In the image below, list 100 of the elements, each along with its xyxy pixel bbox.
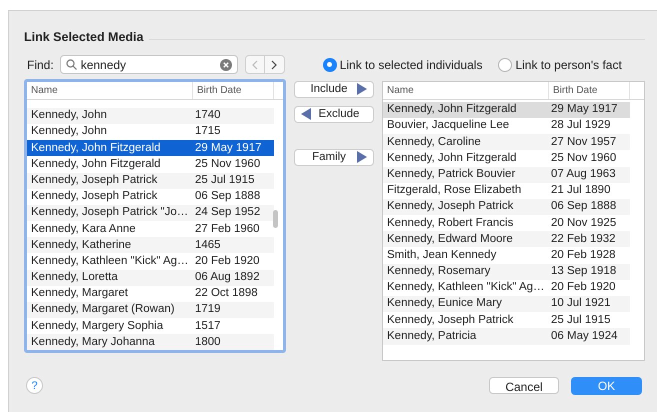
name-cell-text: Kennedy, John [30,124,108,140]
date-cell-text: 06 Sep 1888 [550,199,618,214]
name-cell-text: Kennedy, Joseph Patrick [30,189,158,204]
date-cell-text: 13 Sep 1918 [550,264,618,280]
move-button[interactable]: Family [294,148,374,166]
name-cell-text: Kennedy, John [30,108,108,124]
radio-label[interactable]: Link to selected individuals [340,56,482,74]
date-cell-text: 22 Oct 1898 [194,286,259,302]
name-cell-text: Kennedy, Katherine [30,238,132,253]
find-label: Find: [27,56,54,74]
move-button[interactable]: Exclude [294,106,374,123]
column-header[interactable]: Name [383,82,549,99]
radio-button[interactable] [322,58,337,72]
date-cell-text: 1715 [194,124,222,140]
move-button[interactable]: Include [294,80,374,98]
name-cell-text: Kennedy, Rosemary [386,264,492,280]
radio-button[interactable] [498,58,512,72]
date-cell-text: 06 May 1924 [550,328,618,344]
date-cell-text: 1517 [194,318,222,334]
table-row[interactable]: Kennedy, Patrick Bouvier 07 Aug 1963 [383,166,630,183]
search-icon [66,59,77,70]
search-field[interactable]: kennedy [60,55,238,74]
date-cell-text: 07 Aug 1963 [550,166,617,182]
name-cell-text: Kennedy, Joseph Patrick "Jo… [30,205,190,220]
table-row[interactable]: Kennedy, Mary Johanna 1800 [27,334,274,350]
date-cell-text: 27 Nov 1957 [550,134,618,150]
help-button[interactable]: ? [26,377,43,394]
name-cell-text: Kennedy, Patricia [386,328,478,344]
name-cell-text: Kennedy, Joseph Patrick [386,312,514,328]
name-cell-text: Kennedy, Kara Anne [30,222,137,237]
name-cell-text: Kennedy, John Fitzgerald [30,156,162,172]
column-header[interactable]: Birth Date [549,82,630,99]
column-header[interactable]: Name [27,82,193,99]
name-cell-text: Kennedy, Margery Sophia [30,318,164,334]
date-cell-text: 1800 [194,334,222,350]
date-cell-text: 20 Feb 1920 [550,280,617,296]
date-cell-text: 27 Feb 1960 [194,222,261,237]
table-row[interactable]: Kennedy, Kara Anne 27 Feb 1960 [27,221,274,238]
left-triangle-icon [301,108,311,120]
date-cell-text: 06 Sep 1888 [194,189,262,204]
table-row[interactable]: Kennedy, Loretta 06 Aug 1892 [27,270,274,286]
table-row[interactable]: Kennedy, Edward Moore 22 Feb 1932 [383,231,630,248]
table-row[interactable]: Kennedy, John Fitzgerald 29 May 1917 [383,102,630,118]
table-row[interactable]: Kennedy, Robert Francis 20 Nov 1925 [383,215,630,232]
table-row[interactable]: Kennedy, Caroline 27 Nov 1957 [383,134,630,150]
table-row[interactable]: Kennedy, John 1740 [27,108,274,124]
name-cell-text: Kennedy, Margaret (Rowan) [30,302,176,318]
clear-icon[interactable] [220,58,232,71]
date-cell-text: 1740 [194,108,222,124]
name-cell-text: Kennedy, Margaret [30,286,129,302]
name-cell-text: Bouvier, Jacqueline Lee [386,118,510,134]
table-row[interactable]: Kennedy, Joseph Patrick 06 Sep 1888 [383,198,630,216]
table-row[interactable]: Kennedy, Patricia 06 May 1924 [383,328,630,345]
name-cell-text: Kennedy, John Fitzgerald [386,150,518,166]
date-cell-text: 1719 [194,302,222,318]
table-row[interactable]: Kennedy, Joseph Patrick 25 Jul 1915 [383,312,630,328]
chevron-right-icon [271,60,278,70]
table-row[interactable]: Kennedy, Margery Sophia 1517 [27,318,274,334]
right-triangle-icon [357,151,367,164]
column-header[interactable]: Birth Date [193,82,274,99]
date-cell-text: 20 Feb 1920 [194,254,261,269]
name-cell-text: Kennedy, Eunice Mary [386,296,503,312]
date-cell-text: 25 Jul 1915 [550,312,612,328]
date-cell-text: 20 Nov 1925 [550,216,618,231]
table-row[interactable]: Kennedy, Eunice Mary 10 Jul 1921 [383,296,630,312]
table-row[interactable]: Kennedy, Katherine 1465 [27,237,274,254]
date-cell-text: 25 Nov 1960 [194,156,262,172]
date-cell-text: 22 Feb 1932 [550,232,617,247]
name-cell-text: Kennedy, Loretta [30,270,119,286]
cancel-button[interactable]: Cancel [489,377,559,394]
table-row[interactable]: Kennedy, John Fitzgerald 29 May 1917 [27,140,274,156]
date-cell-text: 20 Feb 1928 [550,248,617,263]
date-cell-text: 29 May 1917 [194,140,262,156]
name-cell-text: Kennedy, Edward Moore [386,232,514,247]
name-cell-text: Fitzgerald, Rose Elizabeth [386,183,522,198]
table-row[interactable]: Kennedy, Joseph Patrick 25 Jul 1915 [27,172,274,189]
date-cell-text: 25 Jul 1915 [194,172,256,188]
right-triangle-icon [357,83,367,96]
name-cell-text: Kennedy, Joseph Patrick [386,199,514,214]
name-cell-text: Kennedy, Patrick Bouvier [386,166,516,182]
name-cell-text: Kennedy, John Fitzgerald [30,140,162,156]
name-cell-text: Kennedy, Caroline [386,134,482,150]
name-cell-text: Kennedy, Kathleen "Kick" Ag… [30,254,190,269]
table-row[interactable]: Kennedy, Joseph Patrick "Jo… 24 Sep 1952 [27,204,274,222]
name-cell-text: Kennedy, Kathleen "Kick" Ag… [386,280,546,296]
date-cell-text: 28 Jul 1929 [550,118,612,134]
date-cell-text: 06 Aug 1892 [194,270,261,286]
radio-label[interactable]: Link to person's fact [515,56,622,74]
date-cell-text: 1465 [194,238,222,253]
date-cell-text: 24 Sep 1952 [194,205,262,220]
date-cell-text: 29 May 1917 [550,102,618,118]
name-cell-text: Kennedy, Joseph Patrick [30,172,158,188]
scrollbar-thumb[interactable] [273,210,278,228]
name-cell-text: Kennedy, Robert Francis [386,216,514,231]
chevron-left-icon [252,60,258,70]
table-row[interactable]: Kennedy, Rosemary 13 Sep 1918 [383,264,630,280]
name-cell-text: Kennedy, Mary Johanna [30,334,156,350]
table-row[interactable]: Kennedy, Margaret (Rowan) 1719 [27,302,274,318]
name-cell-text: Kennedy, John Fitzgerald [386,102,518,118]
search-input[interactable]: kennedy [80,56,216,74]
